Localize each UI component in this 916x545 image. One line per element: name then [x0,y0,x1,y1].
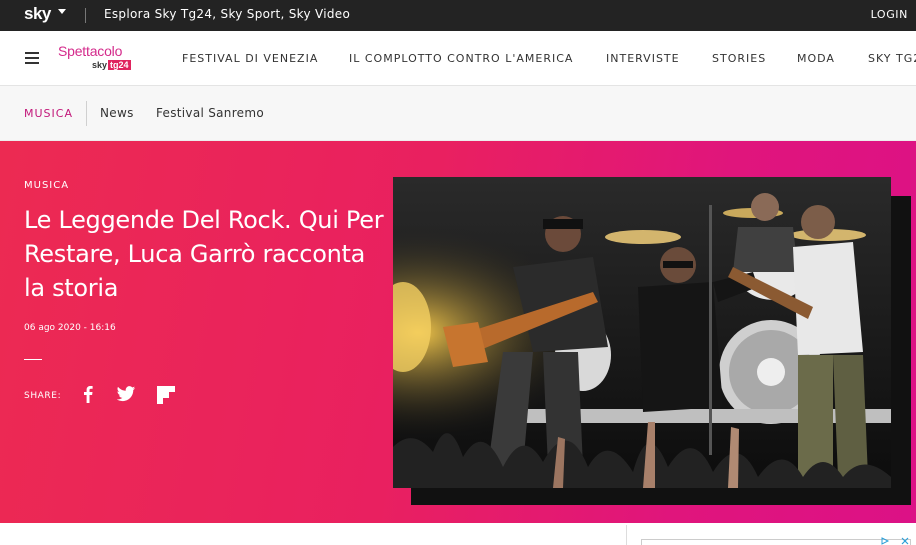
article-photo[interactable] [393,177,891,488]
adchoices-icon[interactable] [880,537,910,545]
divider-dash [24,359,42,360]
article-title: Le Leggende Del Rock. Qui Per Restare, L… [24,206,384,302]
spettacolo-logo[interactable]: Spettacolo sky tg24 [58,43,138,75]
brand-tg: tg24 [108,60,131,70]
facebook-icon[interactable] [80,385,96,403]
subnav-divider [86,101,87,126]
flipboard-icon[interactable] [157,386,175,404]
top-bar: sky Esplora Sky Tg24, Sky Sport, Sky Vid… [0,0,916,31]
main-nav: Spettacolo sky tg24 FESTIVAL DI VENEZIA I… [0,31,916,86]
sub-nav: MUSICA News Festival Sanremo [0,86,916,141]
subnav-item-sanremo[interactable]: Festival Sanremo [156,106,264,120]
subnav-item-news[interactable]: News [100,106,134,120]
ad-box [641,539,911,545]
nav-item-interviste[interactable]: INTERVISTE [606,52,680,65]
article-date: 06 ago 2020 - 16:16 [24,323,116,333]
nav-item-complotto[interactable]: IL COMPLOTTO CONTRO L'AMERICA [349,52,573,65]
explore-link[interactable]: Esplora Sky Tg24, Sky Sport, Sky Video [104,7,350,21]
bottom-strip [0,523,916,545]
concert-photo-illustration [393,177,891,488]
top-divider [85,8,86,23]
subnav-item-musica[interactable]: MUSICA [24,107,73,120]
brand-sky: sky [92,60,108,70]
nav-item-moda[interactable]: MODA [797,52,835,65]
brand-title: Spettacolo [58,43,123,59]
nav-item-festival-venezia[interactable]: FESTIVAL DI VENEZIA [182,52,318,65]
bottom-divider [626,525,627,545]
brand-sub: sky tg24 [92,60,131,70]
chevron-down-icon[interactable] [58,9,66,14]
hamburger-icon[interactable] [25,52,39,64]
twitter-icon[interactable] [116,386,136,403]
nav-item-sky-tg24[interactable]: SKY TG2 [868,52,916,65]
sky-logo[interactable]: sky [24,4,51,24]
article-hero: MUSICA Le Leggende Del Rock. Qui Per Res… [0,141,916,523]
login-button[interactable]: LOGIN [871,8,908,21]
article-category[interactable]: MUSICA [24,180,69,191]
share-label: SHARE: [24,391,62,401]
nav-item-stories[interactable]: STORIES [712,52,766,65]
